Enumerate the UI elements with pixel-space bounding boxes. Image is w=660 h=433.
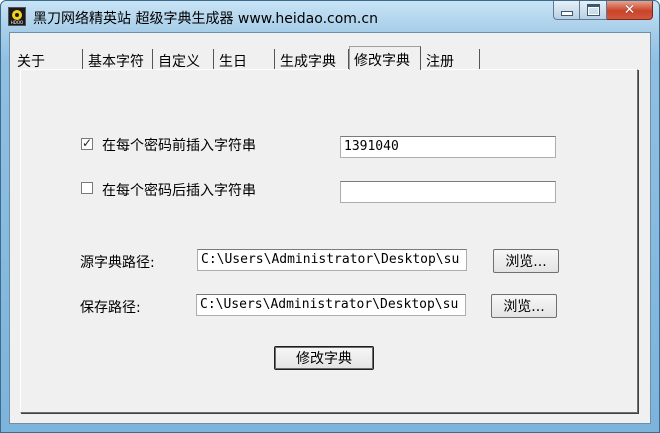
suffix-checkbox[interactable]	[81, 182, 93, 194]
modify-dict-button[interactable]: 修改字典	[274, 346, 374, 370]
title-bar[interactable]: HDOO 黑刀网络精英站 超级字典生成器 www.heidao.com.cn ✕	[1, 1, 659, 31]
prefix-label: 在每个密码前插入字符串	[102, 138, 256, 154]
source-browse-button[interactable]: 浏览...	[493, 249, 559, 273]
app-window: HDOO 黑刀网络精英站 超级字典生成器 www.heidao.com.cn ✕…	[0, 0, 660, 433]
prefix-checkbox[interactable]: ✓	[81, 136, 93, 150]
tab-register[interactable]: 注册	[422, 49, 480, 70]
minimize-button[interactable]	[553, 1, 580, 20]
source-path-input[interactable]: C:\Users\Administrator\Desktop\su	[197, 249, 467, 271]
radiation-icon[interactable]: HDOO	[8, 7, 26, 26]
maximize-button[interactable]	[580, 1, 607, 20]
prefix-input[interactable]: 1391040	[340, 136, 556, 158]
save-browse-button[interactable]: 浏览...	[491, 294, 557, 318]
suffix-label: 在每个密码后插入字符串	[102, 183, 256, 199]
minimize-icon	[560, 10, 573, 16]
save-path-input[interactable]: C:\Users\Administrator\Desktop\su	[196, 294, 466, 316]
source-path-label: 源字典路径:	[80, 255, 155, 271]
save-path-label: 保存路径:	[80, 300, 141, 316]
tab-modify-dict[interactable]: 修改字典	[349, 46, 421, 70]
maximize-icon	[586, 4, 600, 16]
tab-generate-dict[interactable]: 生成字典	[276, 49, 349, 70]
tab-basic-chars[interactable]: 基本字符	[84, 49, 153, 70]
caption-buttons: ✕	[553, 1, 653, 21]
suffix-input[interactable]	[340, 181, 556, 203]
tab-custom[interactable]: 自定义	[154, 49, 214, 70]
tab-birthday[interactable]: 生日	[215, 49, 275, 70]
window-title: 黑刀网络精英站 超级字典生成器 www.heidao.com.cn	[33, 11, 378, 27]
tab-about[interactable]: 关于	[13, 49, 83, 70]
close-icon: ✕	[623, 2, 636, 18]
checkmark-icon: ✓	[82, 136, 93, 150]
close-button[interactable]: ✕	[607, 1, 653, 20]
